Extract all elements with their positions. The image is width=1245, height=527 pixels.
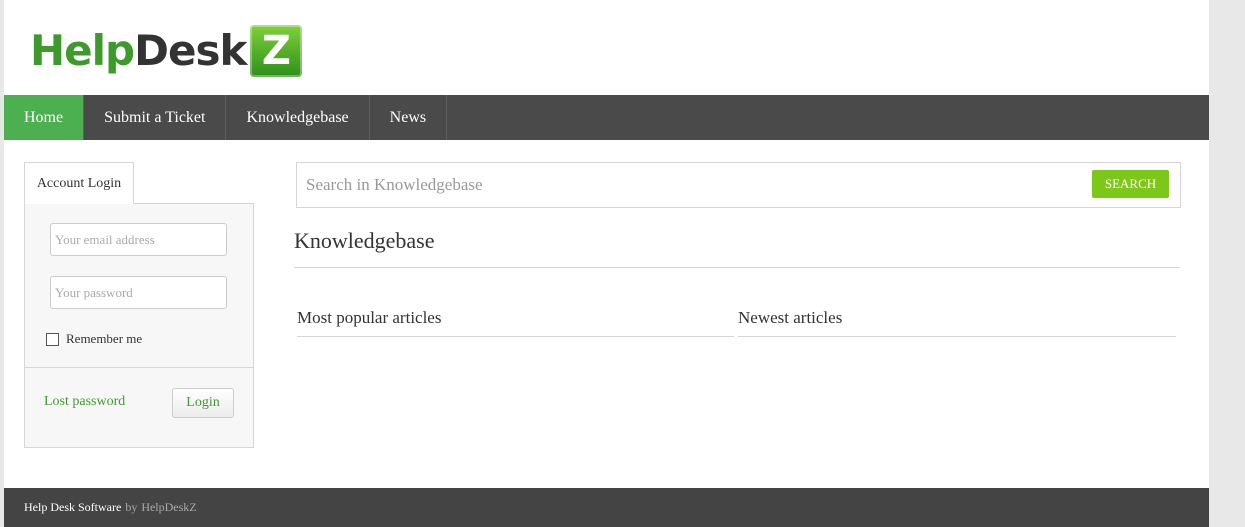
nav-home[interactable]: Home	[4, 95, 85, 140]
search-input[interactable]	[306, 169, 1086, 201]
nav-news[interactable]: News	[370, 95, 448, 140]
login-button[interactable]: Login	[172, 388, 234, 418]
login-divider	[25, 367, 253, 368]
page-title: Knowledgebase	[294, 228, 435, 253]
logo-text: HelpDesk	[30, 30, 247, 72]
kb-search-bar: SEARCH	[296, 162, 1181, 208]
logo-help-text: Help	[30, 26, 135, 75]
main-nav: Home Submit a Ticket Knowledgebase News	[4, 95, 1209, 140]
helpdeskz-logo[interactable]: HelpDesk Z	[30, 18, 303, 84]
logo-desk-text: Desk	[134, 26, 247, 75]
remember-me[interactable]: Remember me	[46, 331, 142, 347]
newest-divider	[738, 336, 1176, 337]
password-field[interactable]	[50, 276, 227, 309]
remember-checkbox[interactable]	[46, 332, 59, 346]
lost-password-link[interactable]: Lost password	[44, 394, 125, 410]
title-divider	[294, 267, 1180, 268]
newest-articles-heading: Newest articles	[738, 308, 843, 327]
popular-divider	[297, 336, 734, 337]
footer-by-text: by	[125, 500, 138, 514]
nav-submit-ticket[interactable]: Submit a Ticket	[84, 95, 227, 140]
email-field[interactable]	[50, 223, 227, 256]
popular-articles-heading: Most popular articles	[297, 308, 442, 327]
login-panel: Remember me Lost password Login	[24, 203, 254, 448]
nav-knowledgebase[interactable]: Knowledgebase	[226, 95, 370, 140]
search-button[interactable]: SEARCH	[1092, 170, 1169, 198]
footer: Help Desk Software by HelpDeskZ	[4, 488, 1209, 527]
account-login-tab[interactable]: Account Login	[24, 162, 134, 204]
logo-z-badge: Z	[250, 25, 303, 77]
remember-label: Remember me	[66, 331, 143, 346]
page-container: HelpDesk Z Home Submit a Ticket Knowledg…	[4, 0, 1209, 527]
footer-brand-link[interactable]: HelpDeskZ	[141, 500, 196, 515]
footer-software-link[interactable]: Help Desk Software	[24, 500, 121, 515]
